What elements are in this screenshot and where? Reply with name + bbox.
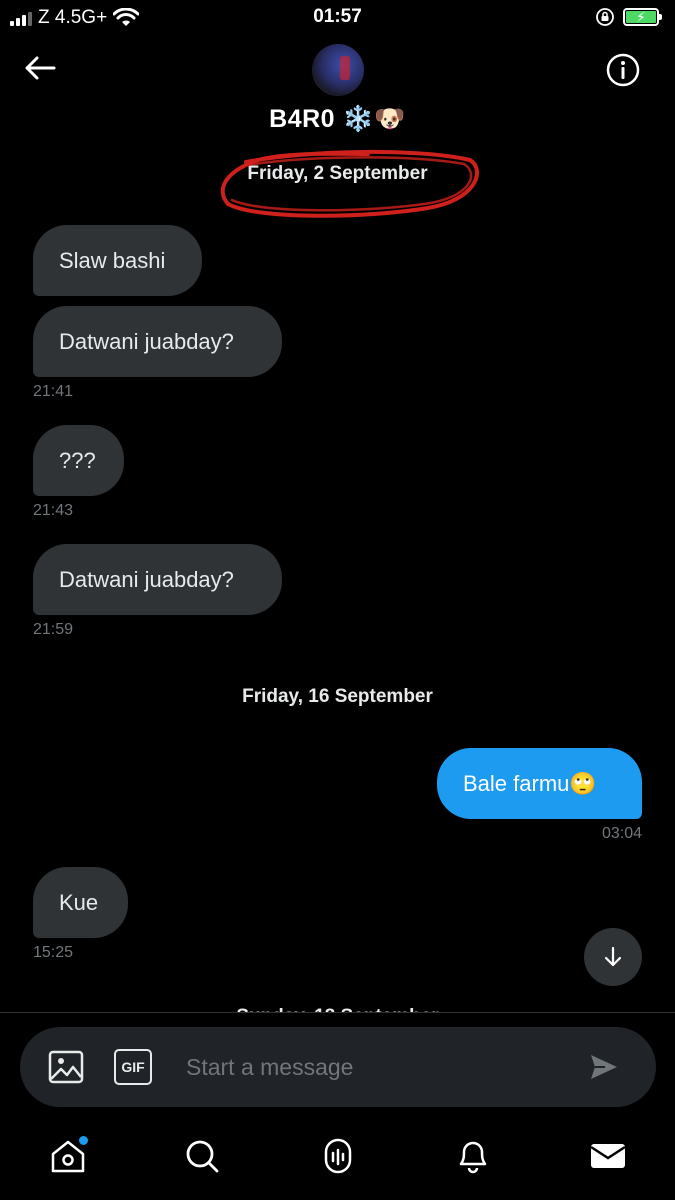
status-time: 01:57 <box>313 6 362 27</box>
red-annotation-circle <box>220 149 480 218</box>
message-bubble-incoming[interactable]: Datwani juabday? <box>33 306 282 377</box>
send-icon[interactable] <box>588 1051 620 1083</box>
spaces-icon <box>324 1138 352 1174</box>
date-separator: Friday, 16 September <box>242 686 433 707</box>
messages-icon <box>590 1144 626 1168</box>
conversation-header: B4R0 ❄️🐶 <box>0 36 675 156</box>
status-bar: Z 4.5G+ 01:57 ⚡ <box>0 0 675 36</box>
message-time: 15:25 <box>33 944 74 961</box>
orientation-lock-icon <box>596 8 614 26</box>
message-bubble-incoming[interactable]: Datwani juabday? <box>33 544 282 615</box>
back-arrow-icon[interactable] <box>22 52 58 84</box>
nav-search[interactable] <box>182 1136 222 1176</box>
message-bubble-outgoing[interactable]: Bale farmu🙄 <box>437 748 642 819</box>
message-time: 21:41 <box>33 383 74 400</box>
message-bubble-incoming[interactable]: Kue <box>33 867 128 938</box>
avatar[interactable] <box>312 44 364 96</box>
gif-icon[interactable]: GIF <box>114 1049 152 1085</box>
nav-home[interactable] <box>48 1136 88 1176</box>
notifications-icon <box>459 1141 487 1174</box>
image-icon[interactable] <box>48 1049 84 1085</box>
arrow-down-icon <box>604 946 622 967</box>
contact-name-text: B4R0 <box>269 105 336 133</box>
message-time: 03:04 <box>601 825 642 842</box>
bottom-navigation <box>0 1122 675 1200</box>
message-time: 21:43 <box>33 502 74 519</box>
notification-dot <box>79 1136 88 1145</box>
search-icon <box>186 1140 219 1173</box>
message-time: 21:59 <box>33 621 74 638</box>
status-right: ⚡ <box>595 7 662 27</box>
info-icon[interactable] <box>605 52 641 88</box>
nav-spaces[interactable] <box>318 1136 358 1176</box>
contact-name[interactable]: B4R0 ❄️🐶 <box>0 104 675 134</box>
contact-emoji: ❄️🐶 <box>342 104 406 133</box>
nav-notifications[interactable] <box>453 1136 493 1176</box>
nav-messages[interactable] <box>588 1136 628 1176</box>
message-bubble-incoming[interactable]: Slaw bashi <box>33 225 202 296</box>
message-input[interactable] <box>186 1043 566 1091</box>
battery-icon: ⚡ <box>623 8 662 26</box>
scroll-to-bottom-button[interactable] <box>584 928 642 986</box>
message-bubble-incoming[interactable]: ??? <box>33 425 124 496</box>
composer: GIF <box>20 1027 656 1107</box>
composer-bar: GIF <box>0 1012 675 1122</box>
